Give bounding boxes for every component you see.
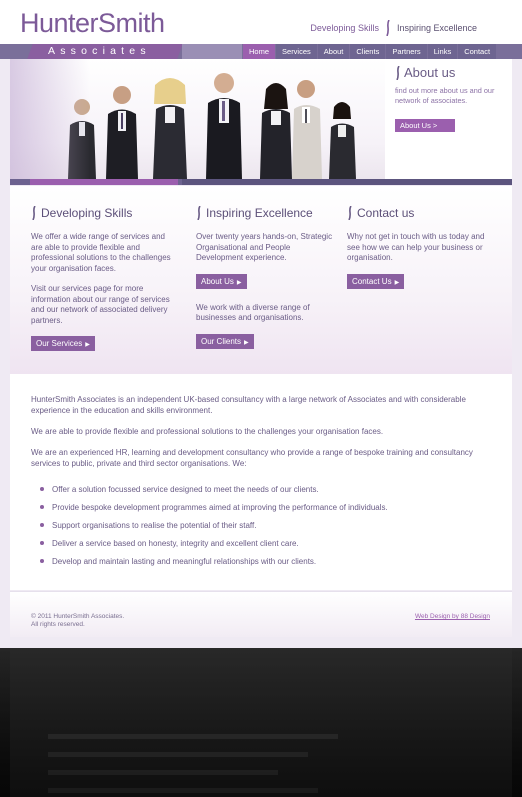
solutions-paragraph: We are able to provide flexible and prof… <box>31 427 384 436</box>
nav-links[interactable]: Links <box>427 44 458 59</box>
hero-wash <box>10 59 90 179</box>
hero-bar-accent <box>30 179 178 185</box>
list-item: Deliver a service based on honesty, inte… <box>40 534 388 552</box>
about-us-column-button[interactable]: About Us ▶ <box>196 273 247 289</box>
column-heading: Developing Skills <box>31 206 173 220</box>
associates-text: Associates <box>48 45 151 57</box>
main-content: HunterSmith Associates is an independent… <box>10 374 512 590</box>
hero-team-photo <box>10 59 385 179</box>
swoosh-icon <box>348 206 352 220</box>
list-item: Provide bespoke development programmes a… <box>40 498 388 516</box>
nav-home[interactable]: Home <box>243 44 276 59</box>
nav-spacer <box>182 44 242 59</box>
hero-divider-bar <box>10 179 512 185</box>
column-text: We work with a diverse range of business… <box>196 302 310 323</box>
bullet-icon <box>40 487 44 491</box>
column-inspiring-excellence: Inspiring Excellence Over twenty years h… <box>196 206 338 349</box>
nav-partners[interactable]: Partners <box>386 44 427 59</box>
list-item: Develop and maintain lasting and meaning… <box>40 552 388 570</box>
column-developing-skills: Developing Skills We offer a wide range … <box>31 206 173 351</box>
button-label: Our Clients <box>201 336 242 346</box>
arrow-right-icon: ▶ <box>236 279 242 286</box>
column-title: Inspiring Excellence <box>206 206 313 220</box>
button-label: Our Services <box>36 339 83 348</box>
button-label: Contact Us <box>352 276 392 286</box>
nav-bar: Associates Home Services About Clients P… <box>0 44 522 59</box>
site-footer: © 2011 HunterSmith Associates. All right… <box>10 591 512 637</box>
contact-us-button[interactable]: Contact Us ▶ <box>347 273 405 289</box>
about-subtext: find out more about us and our network o… <box>395 86 495 105</box>
button-label: About Us <box>201 276 234 286</box>
about-title-text: About us <box>404 65 456 80</box>
column-text: We offer a wide range of services and ar… <box>31 232 171 273</box>
bullet-icon <box>40 559 44 563</box>
site-logo[interactable]: HunterSmith <box>20 8 165 39</box>
bullet-icon <box>40 541 44 545</box>
swoosh-icon <box>396 65 400 80</box>
our-services-button[interactable]: Our Services ▶ <box>31 336 95 351</box>
bullet-icon <box>40 505 44 509</box>
copyright-line-1: © 2011 HunterSmith Associates. <box>31 613 125 620</box>
header-tagline: Developing Skills Inspiring Excellence <box>310 20 477 36</box>
web-design-credit-link[interactable]: Web Design by 88 Design <box>415 613 490 620</box>
copyright-line-2: All rights reserved. <box>31 620 85 628</box>
column-text: Visit our services page for more informa… <box>31 284 170 325</box>
column-heading: Inspiring Excellence <box>196 206 338 220</box>
about-panel: About us find out more about us and our … <box>395 65 505 132</box>
tagline-developing: Developing Skills <box>310 23 379 33</box>
swoosh-icon <box>197 206 201 220</box>
intro-paragraph: HunterSmith Associates is an independent… <box>31 395 466 415</box>
about-heading: About us <box>395 65 505 80</box>
list-item-text: Provide bespoke development programmes a… <box>52 502 388 512</box>
logo-text: HunterSmith <box>20 8 165 38</box>
column-contact-us: Contact us Why not get in touch with us … <box>347 206 489 289</box>
hero-section: About us find out more about us and our … <box>10 59 512 185</box>
column-title: Contact us <box>357 206 415 220</box>
tagline-inspiring: Inspiring Excellence <box>396 23 477 33</box>
swoosh-icon <box>386 20 390 36</box>
arrow-right-icon: ▶ <box>244 339 249 346</box>
list-item: Offer a solution focussed service design… <box>40 480 388 498</box>
list-item-text: Develop and maintain lasting and meaning… <box>52 556 317 566</box>
hero-bar-dark <box>182 179 512 185</box>
column-text: Over twenty years hands-on, Strategic Or… <box>196 232 333 262</box>
arrow-right-icon: ▶ <box>394 279 400 286</box>
about-us-button[interactable]: About Us > <box>395 119 455 132</box>
site-header: HunterSmith Developing Skills Inspiring … <box>0 0 522 44</box>
reflection-fade <box>0 648 522 797</box>
swoosh-icon <box>32 206 36 220</box>
our-clients-button[interactable]: Our Clients ▶ <box>196 333 254 349</box>
services-paragraph: We are an experienced HR, learning and d… <box>31 448 473 468</box>
nav-clients[interactable]: Clients <box>350 44 386 59</box>
list-item-text: Deliver a service based on honesty, inte… <box>52 538 299 548</box>
list-item-text: Support organisations to realise the pot… <box>52 520 257 530</box>
list-item-text: Offer a solution focussed service design… <box>52 484 319 494</box>
nav-about[interactable]: About <box>317 44 350 59</box>
copyright: © 2011 HunterSmith Associates. All right… <box>31 613 124 628</box>
list-item: Support organisations to realise the pot… <box>40 516 388 534</box>
bullet-icon <box>40 523 44 527</box>
column-text: Why not get in touch with us today and s… <box>347 232 485 262</box>
nav-services[interactable]: Services <box>276 44 317 59</box>
column-heading: Contact us <box>347 206 489 220</box>
nav-contact[interactable]: Contact <box>458 44 497 59</box>
feature-columns: Developing Skills We offer a wide range … <box>10 186 512 374</box>
services-list: Offer a solution focussed service design… <box>40 480 388 570</box>
arrow-right-icon: ▶ <box>85 342 90 348</box>
column-title: Developing Skills <box>41 206 133 220</box>
main-nav: Home Services About Clients Partners Lin… <box>243 44 497 59</box>
page-reflection <box>0 648 522 797</box>
